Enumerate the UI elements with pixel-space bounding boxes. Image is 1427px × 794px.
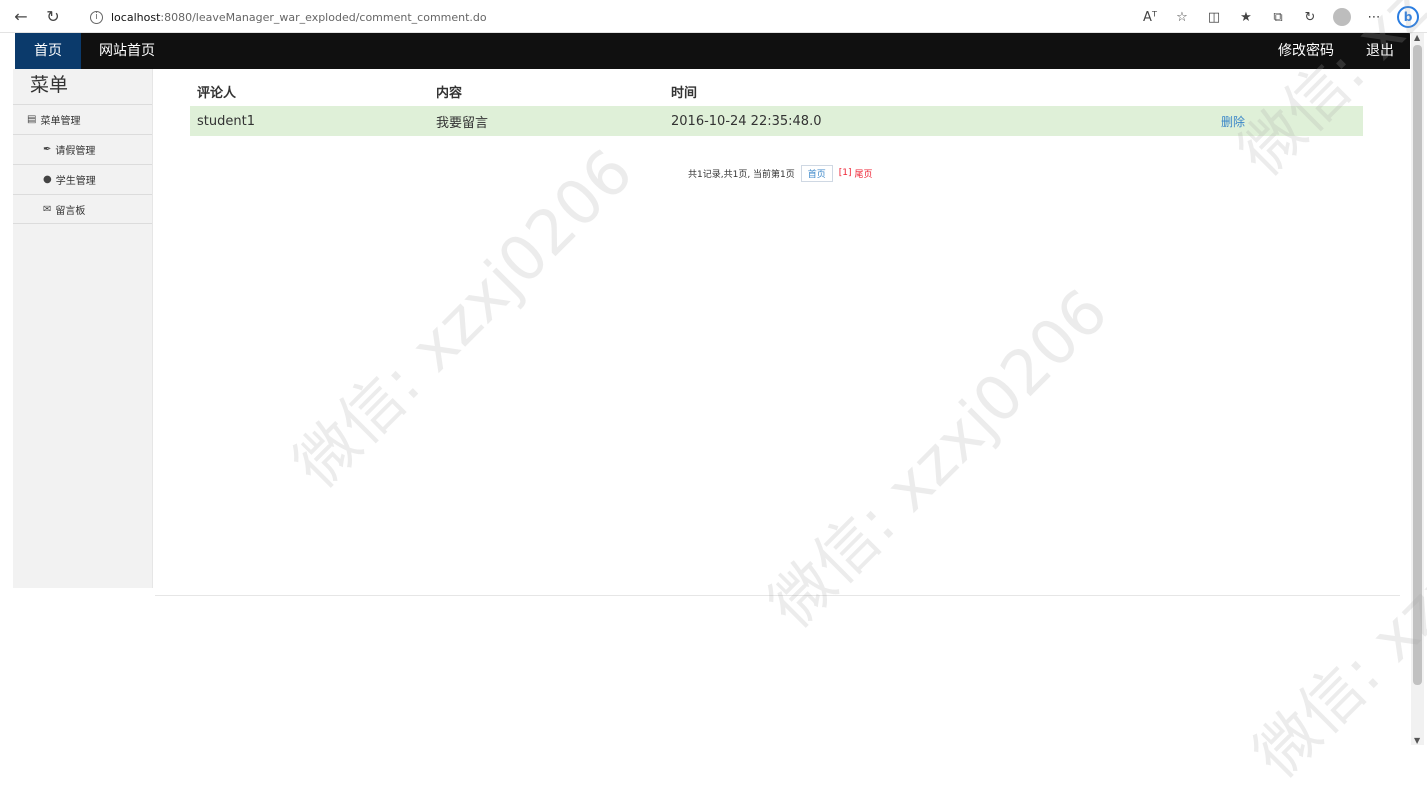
nav-logout[interactable]: 退出	[1350, 33, 1410, 69]
footer-divider	[155, 595, 1400, 596]
sidebar-item-message-board[interactable]: ✉ 留言板	[13, 194, 152, 224]
browser-tools: Aᵀ ☆ ◫ ★ ⧉ ↻ ⋯ b	[1141, 5, 1419, 29]
sidebar-item-leave-management[interactable]: ✒ 请假管理	[13, 134, 152, 164]
pen-icon: ✒	[43, 144, 52, 155]
cell-commenter: student1	[197, 113, 255, 129]
comment-table: 评论人 内容 时间 student1 我要留言 2016-10-24 22:35…	[190, 76, 1363, 136]
sidebar-item-label: 请假管理	[55, 146, 96, 157]
favorites-icon[interactable]: ★	[1237, 10, 1255, 25]
sidebar-item-label: 留言板	[55, 205, 86, 217]
header-commenter: 评论人	[197, 85, 237, 101]
refresh-icon[interactable]: ↻	[42, 5, 64, 27]
scroll-down-icon[interactable]: ▼	[1414, 736, 1420, 745]
comment-icon: ●	[43, 174, 52, 185]
watermark: 微信: xzxj0206	[754, 274, 1122, 642]
nav-change-password[interactable]: 修改密码	[1262, 33, 1350, 69]
sidebar-item-label: 学生管理	[55, 176, 96, 187]
header-time: 时间	[671, 85, 698, 101]
watermark: 微信: xzxj0206	[279, 134, 647, 502]
top-navbar: 首页 网站首页 修改密码 退出	[15, 33, 1410, 69]
table-header: 评论人 内容 时间	[190, 76, 1363, 106]
nav-home[interactable]: 首页	[15, 33, 81, 69]
sidebar-item-student-management[interactable]: ● 学生管理	[13, 164, 152, 194]
sidebar: 菜单 ▤ 菜单管理 ✒ 请假管理 ● 学生管理 ✉ 留言板	[13, 69, 153, 588]
collections-icon[interactable]: ⧉	[1269, 10, 1287, 25]
scroll-up-icon[interactable]: ▲	[1414, 33, 1420, 42]
page-scrollbar[interactable]: ▲ ▼	[1411, 33, 1424, 745]
split-screen-icon[interactable]: ◫	[1205, 10, 1223, 25]
browser-toolbar: ← ↻ i localhost:8080/leaveManager_war_ex…	[0, 0, 1427, 33]
pager-current-page[interactable]: [1]	[839, 168, 852, 178]
cell-content: 我要留言	[436, 115, 489, 131]
delete-link[interactable]: 删除	[1221, 113, 1363, 130]
pager-summary: 共1记录,共1页, 当前第1页	[688, 169, 795, 180]
table-row: student1 我要留言 2016-10-24 22:35:48.0 删除	[190, 106, 1363, 136]
sidebar-item-menu-management[interactable]: ▤ 菜单管理	[13, 104, 152, 134]
pager-first-button[interactable]: 首页	[800, 164, 833, 182]
nav-site-home[interactable]: 网站首页	[81, 33, 173, 69]
watermark: 微信: xzxj0206	[1239, 424, 1427, 792]
profile-icon[interactable]	[1333, 8, 1351, 26]
envelope-icon: ✉	[43, 203, 52, 215]
url-path: :8080/leaveManager_war_exploded/comment_…	[160, 10, 487, 24]
back-icon[interactable]: ←	[10, 5, 32, 27]
cell-time: 2016-10-24 22:35:48.0	[671, 113, 822, 129]
bing-icon[interactable]: b	[1397, 6, 1419, 28]
favorite-icon[interactable]: ☆	[1173, 10, 1191, 25]
url-host: localhost	[111, 10, 161, 24]
header-content: 内容	[436, 85, 463, 101]
more-icon[interactable]: ⋯	[1365, 10, 1383, 25]
nav-right-group: 修改密码 退出	[1262, 33, 1410, 69]
sidebar-title: 菜单	[30, 74, 69, 96]
history-icon[interactable]: ↻	[1301, 10, 1319, 25]
menu-icon: ▤	[27, 114, 37, 125]
address-bar[interactable]: i localhost:8080/leaveManager_war_explod…	[84, 5, 1174, 29]
info-icon[interactable]: i	[90, 10, 103, 24]
sidebar-item-label: 菜单管理	[40, 116, 81, 127]
pager-last-link[interactable]: 尾页	[855, 167, 873, 180]
scroll-thumb[interactable]	[1413, 45, 1422, 685]
pagination: 共1记录,共1页, 当前第1页 首页 [1] 尾页	[688, 164, 873, 182]
read-aloud-icon[interactable]: Aᵀ	[1141, 10, 1159, 25]
